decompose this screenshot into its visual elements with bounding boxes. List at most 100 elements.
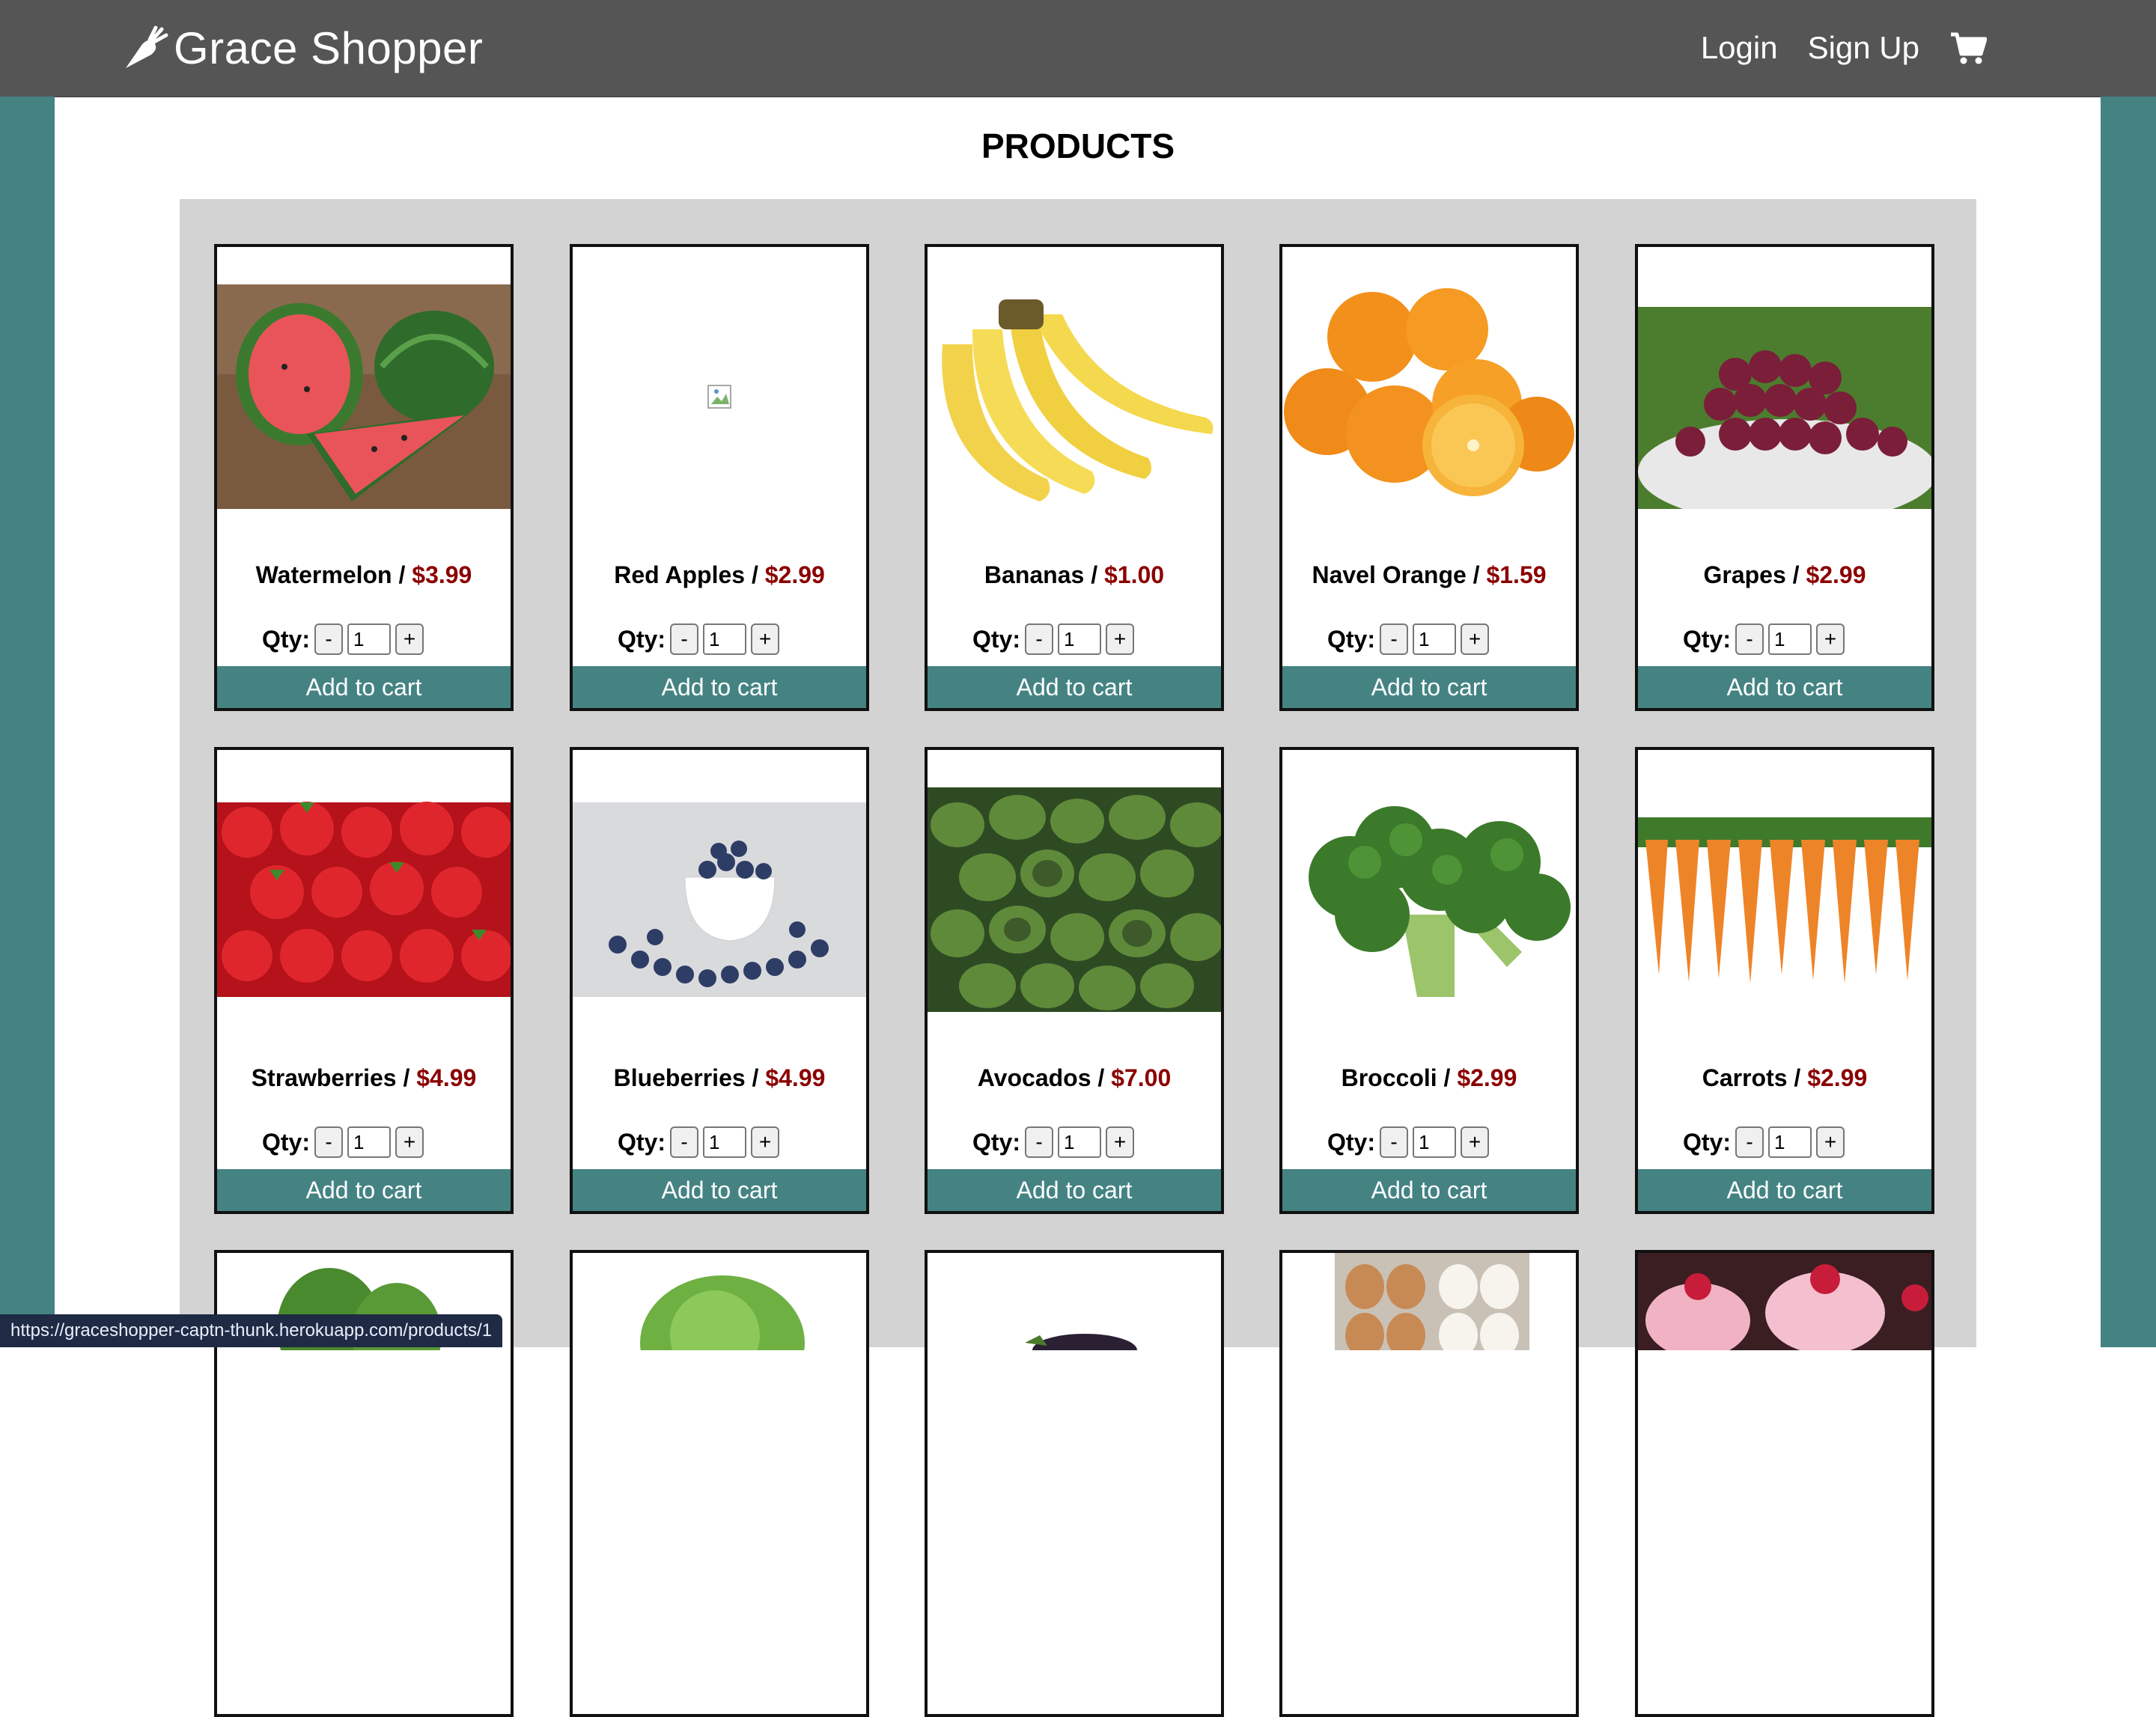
product-card-navel-orange[interactable]: Navel Orange / $1.59 Qty: - 1 + Add to c… xyxy=(1279,244,1579,711)
qty-decrement-button[interactable]: - xyxy=(670,623,698,655)
product-title[interactable]: Bananas / $1.00 xyxy=(928,561,1221,589)
product-card-broccoli[interactable]: Broccoli / $2.99 Qty: - 1 + Add to cart xyxy=(1279,747,1579,1214)
add-to-cart-button[interactable]: Add to cart xyxy=(1638,1169,1931,1211)
qty-increment-button[interactable]: + xyxy=(751,1126,779,1158)
page-title: PRODUCTS xyxy=(981,126,1175,165)
qty-increment-button[interactable]: + xyxy=(751,623,779,655)
qty-increment-button[interactable]: + xyxy=(1106,1126,1134,1158)
add-to-cart-button[interactable]: Add to cart xyxy=(928,666,1221,708)
qty-decrement-button[interactable]: - xyxy=(1380,1126,1408,1158)
product-title[interactable]: Blueberries / $4.99 xyxy=(573,1064,866,1092)
product-title[interactable]: Carrots / $2.99 xyxy=(1638,1064,1931,1092)
product-image-grapes[interactable] xyxy=(1638,254,1931,539)
qty-input[interactable]: 1 xyxy=(703,1126,746,1158)
product-card-red-apples[interactable]: Red Apples / $2.99 Qty: - 1 + Add to car… xyxy=(570,244,869,711)
product-image-broccoli[interactable] xyxy=(1282,757,1576,1042)
product-image-avocados[interactable] xyxy=(928,757,1221,1042)
product-card-partial[interactable] xyxy=(1635,1250,1934,1717)
product-title[interactable]: Red Apples / $2.99 xyxy=(573,561,866,589)
product-title[interactable]: Strawberries / $4.99 xyxy=(217,1064,511,1092)
product-image-strawberries[interactable] xyxy=(217,757,511,1042)
qty-input[interactable]: 1 xyxy=(347,623,391,655)
add-to-cart-button[interactable]: Add to cart xyxy=(217,1169,511,1211)
qty-control: Qty: - 1 + xyxy=(262,621,424,657)
qty-input[interactable]: 1 xyxy=(1768,1126,1812,1158)
qty-decrement-button[interactable]: - xyxy=(1735,623,1764,655)
qty-label: Qty: xyxy=(1683,625,1731,653)
product-price: $4.99 xyxy=(765,1064,826,1091)
qty-input[interactable]: 1 xyxy=(347,1126,391,1158)
product-title[interactable]: Avocados / $7.00 xyxy=(928,1064,1221,1092)
product-name: Red Apples xyxy=(614,561,746,588)
product-card-bananas[interactable]: Bananas / $1.00 Qty: - 1 + Add to cart xyxy=(925,244,1224,711)
qty-label: Qty: xyxy=(262,625,310,653)
qty-decrement-button[interactable]: - xyxy=(314,623,343,655)
product-name: Avocados xyxy=(977,1064,1091,1091)
product-card-avocados[interactable]: Avocados / $7.00 Qty: - 1 + Add to cart xyxy=(925,747,1224,1214)
eggs-image xyxy=(1335,1253,1529,1350)
qty-decrement-button[interactable]: - xyxy=(670,1126,698,1158)
qty-decrement-button[interactable]: - xyxy=(1025,1126,1053,1158)
qty-label: Qty: xyxy=(618,1128,666,1156)
brand-name: Grace Shopper xyxy=(174,22,484,73)
add-to-cart-button[interactable]: Add to cart xyxy=(573,666,866,708)
brand-link[interactable]: Grace Shopper xyxy=(120,16,483,79)
qty-decrement-button[interactable]: - xyxy=(314,1126,343,1158)
qty-label: Qty: xyxy=(1683,1128,1731,1156)
product-image-navel-orange[interactable] xyxy=(1282,254,1576,539)
qty-decrement-button[interactable]: - xyxy=(1380,623,1408,655)
product-price: $1.00 xyxy=(1103,561,1165,588)
product-image-blueberries[interactable] xyxy=(573,757,866,1042)
add-to-cart-button[interactable]: Add to cart xyxy=(1638,666,1931,708)
product-card-blueberries[interactable]: Blueberries / $4.99 Qty: - 1 + Add to ca… xyxy=(570,747,869,1214)
qty-increment-button[interactable]: + xyxy=(1461,623,1489,655)
product-name: Bananas xyxy=(984,561,1085,588)
carrot-icon xyxy=(126,25,168,68)
product-card-partial[interactable] xyxy=(1279,1250,1579,1717)
add-to-cart-button[interactable]: Add to cart xyxy=(928,1169,1221,1211)
product-title[interactable]: Navel Orange / $1.59 xyxy=(1282,561,1576,589)
qty-increment-button[interactable]: + xyxy=(1816,623,1845,655)
product-card-partial[interactable] xyxy=(925,1250,1224,1717)
product-name: Carrots xyxy=(1702,1064,1788,1091)
qty-increment-button[interactable]: + xyxy=(1816,1126,1845,1158)
add-to-cart-button[interactable]: Add to cart xyxy=(573,1169,866,1211)
product-image-carrots[interactable] xyxy=(1638,757,1931,1042)
product-name: Strawberries xyxy=(251,1064,397,1091)
product-image-watermelon[interactable] xyxy=(217,254,511,539)
qty-input[interactable]: 1 xyxy=(1413,1126,1456,1158)
product-card-partial[interactable] xyxy=(570,1250,869,1717)
link-preview-status-bar: https://graceshopper-captn-thunk.herokua… xyxy=(0,1314,503,1347)
product-title[interactable]: Broccoli / $2.99 xyxy=(1282,1064,1576,1092)
qty-input[interactable]: 1 xyxy=(703,623,746,655)
product-name: Watermelon xyxy=(255,561,392,588)
login-link[interactable]: Login xyxy=(1701,30,1778,66)
qty-increment-button[interactable]: + xyxy=(395,1126,424,1158)
product-card-strawberries[interactable]: Strawberries / $4.99 Qty: - 1 + Add to c… xyxy=(214,747,514,1214)
qty-increment-button[interactable]: + xyxy=(395,623,424,655)
cart-icon[interactable] xyxy=(1949,30,1987,66)
watermelon-image xyxy=(217,284,511,509)
product-title[interactable]: Grapes / $2.99 xyxy=(1638,561,1931,589)
product-image-red-apples[interactable] xyxy=(573,254,866,539)
qty-increment-button[interactable]: + xyxy=(1106,623,1134,655)
qty-input[interactable]: 1 xyxy=(1413,623,1456,655)
product-card-grapes[interactable]: Grapes / $2.99 Qty: - 1 + Add to cart xyxy=(1635,244,1934,711)
product-image-bananas[interactable] xyxy=(928,254,1221,539)
product-card-watermelon[interactable]: Watermelon / $3.99 Qty: - 1 + Add to car… xyxy=(214,244,514,711)
product-price: $2.99 xyxy=(764,561,825,588)
qty-input[interactable]: 1 xyxy=(1058,1126,1101,1158)
qty-decrement-button[interactable]: - xyxy=(1025,623,1053,655)
qty-input[interactable]: 1 xyxy=(1058,623,1101,655)
add-to-cart-button[interactable]: Add to cart xyxy=(217,666,511,708)
product-card-carrots[interactable]: Carrots / $2.99 Qty: - 1 + Add to cart xyxy=(1635,747,1934,1214)
add-to-cart-button[interactable]: Add to cart xyxy=(1282,1169,1576,1211)
qty-input[interactable]: 1 xyxy=(1768,623,1812,655)
signup-link[interactable]: Sign Up xyxy=(1808,30,1919,66)
qty-decrement-button[interactable]: - xyxy=(1735,1126,1764,1158)
qty-increment-button[interactable]: + xyxy=(1461,1126,1489,1158)
qty-label: Qty: xyxy=(1327,625,1375,653)
product-title[interactable]: Watermelon / $3.99 xyxy=(217,561,511,589)
qty-label: Qty: xyxy=(1327,1128,1375,1156)
add-to-cart-button[interactable]: Add to cart xyxy=(1282,666,1576,708)
